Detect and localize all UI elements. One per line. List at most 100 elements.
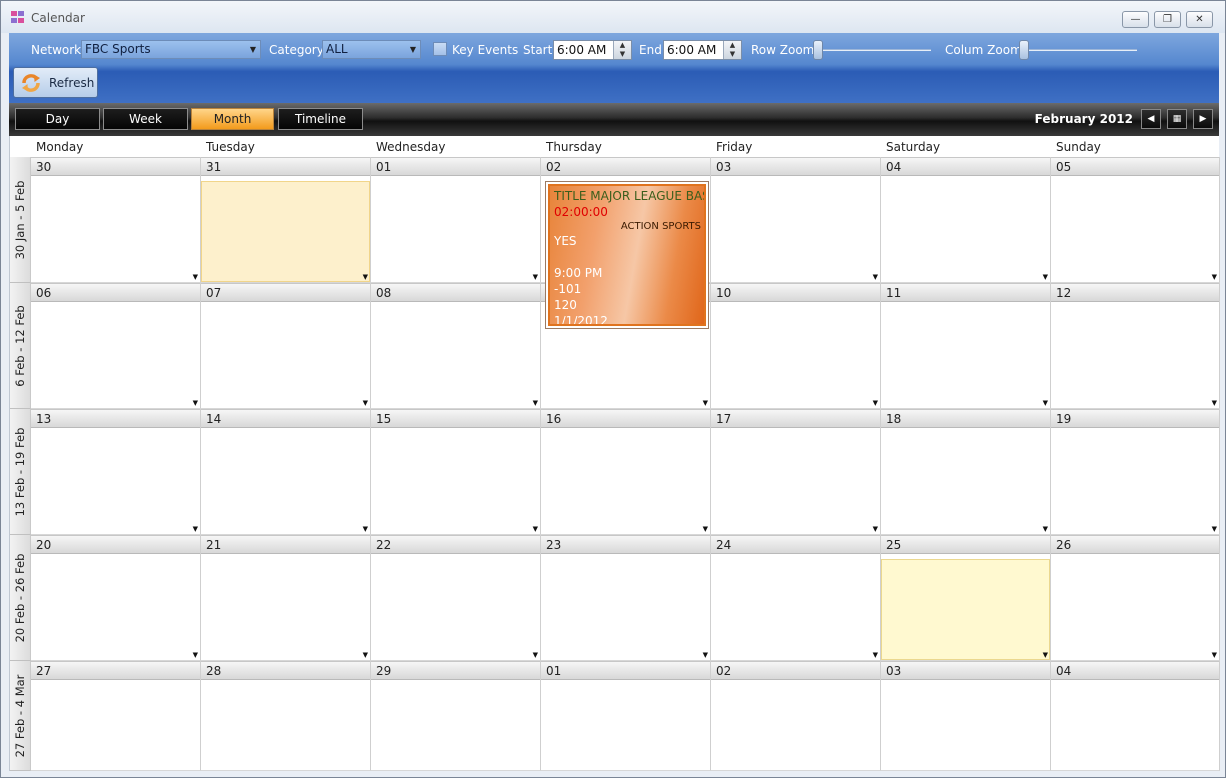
more-events-icon[interactable]: ▼	[703, 651, 708, 659]
row-zoom-slider[interactable]	[813, 40, 931, 60]
more-events-icon[interactable]: ▼	[1043, 651, 1048, 659]
spin-up-icon[interactable]: ▲	[724, 41, 741, 50]
day-cell[interactable]: 04	[1051, 661, 1220, 771]
day-header[interactable]: 06	[31, 283, 200, 302]
end-time-spinner[interactable]: ▲ ▼	[723, 41, 741, 59]
more-events-icon[interactable]: ▼	[363, 273, 368, 281]
more-events-icon[interactable]: ▼	[533, 399, 538, 407]
day-header[interactable]: 02	[541, 157, 710, 176]
day-cell[interactable]: 11 ▼	[881, 283, 1051, 409]
minimize-button[interactable]: —	[1122, 11, 1149, 28]
day-cell[interactable]: 04 ▼	[881, 157, 1051, 283]
day-header[interactable]: 10	[711, 283, 880, 302]
day-cell[interactable]: 18 ▼	[881, 409, 1051, 535]
day-cell[interactable]: 19 ▼	[1051, 409, 1220, 535]
week-label[interactable]: 30 Jan - 5 Feb	[10, 157, 31, 283]
tab-day[interactable]: Day	[15, 108, 100, 130]
day-cell[interactable]: 15 ▼	[371, 409, 541, 535]
day-header[interactable]: 29	[371, 661, 540, 680]
day-header[interactable]: 08	[371, 283, 540, 302]
tab-timeline[interactable]: Timeline	[278, 108, 363, 130]
category-select[interactable]: ALL ▼	[322, 40, 421, 59]
day-header[interactable]: 02	[711, 661, 880, 680]
day-cell[interactable]: 22 ▼	[371, 535, 541, 661]
day-header[interactable]: 24	[711, 535, 880, 554]
spin-down-icon[interactable]: ▼	[724, 50, 741, 59]
day-header[interactable]: 13	[31, 409, 200, 428]
day-header[interactable]: 18	[881, 409, 1050, 428]
day-header[interactable]: 27	[31, 661, 200, 680]
day-header[interactable]: 05	[1051, 157, 1219, 176]
day-cell[interactable]: 25 ▼	[881, 535, 1051, 661]
network-select[interactable]: FBC Sports ▼	[81, 40, 261, 59]
day-header[interactable]: 07	[201, 283, 370, 302]
day-header[interactable]: 15	[371, 409, 540, 428]
day-cell[interactable]: 07 ▼	[201, 283, 371, 409]
day-cell[interactable]: 28	[201, 661, 371, 771]
day-cell[interactable]: 16 ▼	[541, 409, 711, 535]
more-events-icon[interactable]: ▼	[1212, 273, 1217, 281]
day-header[interactable]: 22	[371, 535, 540, 554]
more-events-icon[interactable]: ▼	[873, 273, 878, 281]
more-events-icon[interactable]: ▼	[1212, 525, 1217, 533]
more-events-icon[interactable]: ▼	[1212, 399, 1217, 407]
day-cell[interactable]: 01 ▼	[371, 157, 541, 283]
day-header[interactable]: 04	[881, 157, 1050, 176]
day-header[interactable]: 28	[201, 661, 370, 680]
start-time-spinner[interactable]: ▲ ▼	[613, 41, 631, 59]
column-zoom-slider[interactable]	[1019, 40, 1137, 60]
day-header[interactable]: 11	[881, 283, 1050, 302]
day-cell[interactable]: 03	[881, 661, 1051, 771]
day-cell[interactable]: 30 ▼	[31, 157, 201, 283]
day-header[interactable]: 26	[1051, 535, 1219, 554]
day-cell[interactable]: 27	[31, 661, 201, 771]
day-cell[interactable]: 12 ▼	[1051, 283, 1220, 409]
prev-month-button[interactable]: ◀	[1141, 109, 1161, 129]
more-events-icon[interactable]: ▼	[193, 651, 198, 659]
day-header[interactable]: 30	[31, 157, 200, 176]
more-events-icon[interactable]: ▼	[193, 273, 198, 281]
day-cell[interactable]: 20 ▼	[31, 535, 201, 661]
day-cell[interactable]: 24 ▼	[711, 535, 881, 661]
event-appointment[interactable]: TITLE MAJOR LEAGUE BASEB 02:00:00 ACTION S…	[545, 181, 709, 329]
slider-thumb[interactable]	[813, 40, 823, 60]
day-cell[interactable]: 31 ▼	[201, 157, 371, 283]
day-header[interactable]: 03	[881, 661, 1050, 680]
more-events-icon[interactable]: ▼	[873, 399, 878, 407]
day-header[interactable]: 03	[711, 157, 880, 176]
day-header[interactable]: 14	[201, 409, 370, 428]
tab-month[interactable]: Month	[191, 108, 274, 130]
day-cell[interactable]: 08 ▼	[371, 283, 541, 409]
day-cell[interactable]: 10 ▼	[711, 283, 881, 409]
more-events-icon[interactable]: ▼	[193, 525, 198, 533]
day-cell[interactable]: 03 ▼	[711, 157, 881, 283]
more-events-icon[interactable]: ▼	[363, 525, 368, 533]
day-header[interactable]: 23	[541, 535, 710, 554]
day-header[interactable]: 19	[1051, 409, 1219, 428]
more-events-icon[interactable]: ▼	[1043, 399, 1048, 407]
more-events-icon[interactable]: ▼	[533, 273, 538, 281]
more-events-icon[interactable]: ▼	[873, 525, 878, 533]
end-time-input[interactable]: 6:00 AM ▲ ▼	[663, 40, 742, 60]
more-events-icon[interactable]: ▼	[193, 399, 198, 407]
close-button[interactable]: ✕	[1186, 11, 1213, 28]
more-events-icon[interactable]: ▼	[1043, 525, 1048, 533]
week-label[interactable]: 27 Feb - 4 Mar	[10, 661, 31, 771]
day-cell[interactable]: 05 ▼	[1051, 157, 1220, 283]
more-events-icon[interactable]: ▼	[1212, 651, 1217, 659]
key-events-checkbox[interactable]	[433, 42, 447, 56]
more-events-icon[interactable]: ▼	[703, 525, 708, 533]
day-header[interactable]: 12	[1051, 283, 1219, 302]
refresh-button[interactable]: Refresh	[13, 67, 98, 98]
start-time-input[interactable]: 6:00 AM ▲ ▼	[553, 40, 632, 60]
day-cell[interactable]: 21 ▼	[201, 535, 371, 661]
day-cell[interactable]: 14 ▼	[201, 409, 371, 535]
day-header[interactable]: 01	[541, 661, 710, 680]
next-month-button[interactable]: ▶	[1193, 109, 1213, 129]
day-cell[interactable]: 13 ▼	[31, 409, 201, 535]
week-label[interactable]: 20 Feb - 26 Feb	[10, 535, 31, 661]
today-button[interactable]: ▦	[1167, 109, 1187, 129]
day-header[interactable]: 01	[371, 157, 540, 176]
more-events-icon[interactable]: ▼	[873, 651, 878, 659]
spin-down-icon[interactable]: ▼	[614, 50, 631, 59]
